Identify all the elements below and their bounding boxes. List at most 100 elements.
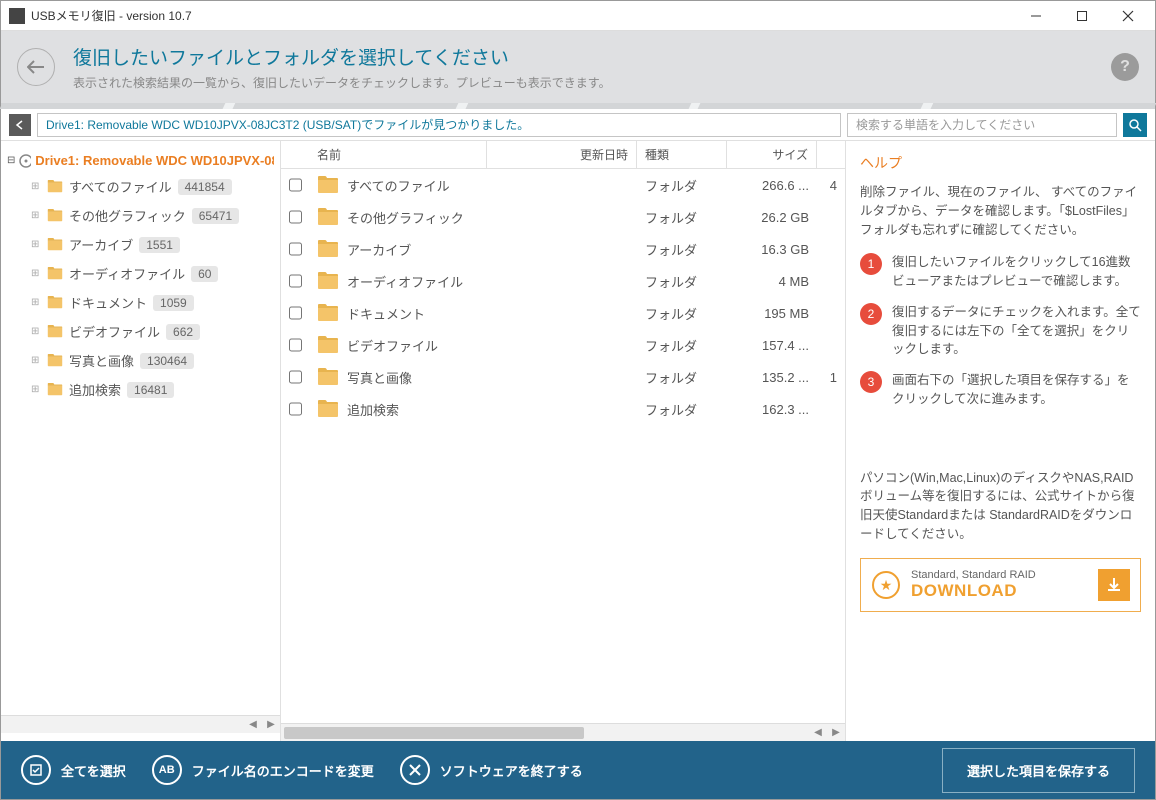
maximize-button[interactable] xyxy=(1059,1,1105,31)
file-row[interactable]: その他グラフィックフォルダ26.2 GB xyxy=(281,201,845,233)
column-name[interactable]: 名前 xyxy=(309,141,487,168)
collapse-icon[interactable]: ⊟ xyxy=(7,155,15,166)
encoding-button[interactable]: AB ファイル名のエンコードを変更 xyxy=(152,755,374,785)
row-checkbox[interactable] xyxy=(289,402,302,416)
expand-icon[interactable]: ⊞ xyxy=(31,210,41,221)
tree-root[interactable]: ⊟ Drive1: Removable WDC WD10JPVX-08JC3T2 xyxy=(1,149,280,172)
file-row[interactable]: アーカイブ フォルダ16.3 GB xyxy=(281,233,845,265)
tree-item[interactable]: ⊞すべてのファイル441854 xyxy=(1,172,280,201)
row-checkbox[interactable] xyxy=(289,370,302,384)
tree-item[interactable]: ⊞写真と画像130464 xyxy=(1,346,280,375)
tree-item-label: ドキュメント xyxy=(69,293,147,312)
tree-item[interactable]: ⊞追加検索16481 xyxy=(1,375,280,404)
help-step: 2復旧するデータにチェックを入れます。全て復旧するには左下の「全てを選択」をクリ… xyxy=(860,303,1141,359)
file-size: 162.3 ... xyxy=(727,402,817,417)
path-back-button[interactable] xyxy=(9,114,31,136)
page-subtitle: 表示された検索結果の一覧から、復旧したいデータをチェックします。プレビューも表示… xyxy=(73,74,611,91)
app-icon xyxy=(9,8,25,24)
tree-item-count: 60 xyxy=(191,266,218,282)
search-input[interactable]: 検索する単語を入力してください xyxy=(847,113,1117,137)
expand-icon[interactable]: ⊞ xyxy=(31,181,41,192)
column-date[interactable]: 更新日時 xyxy=(487,141,637,168)
pathbar: Drive1: Removable WDC WD10JPVX-08JC3T2 (… xyxy=(1,109,1155,141)
close-icon xyxy=(409,764,421,776)
file-name: すべてのファイル xyxy=(347,176,450,195)
file-row[interactable]: オーディオファイルフォルダ4 MB xyxy=(281,265,845,297)
expand-icon[interactable]: ⊞ xyxy=(31,355,41,366)
tree-item[interactable]: ⊞その他グラフィック65471 xyxy=(1,201,280,230)
file-size: 195 MB xyxy=(727,306,817,321)
tree-item-label: 写真と画像 xyxy=(69,351,134,370)
minimize-button[interactable] xyxy=(1013,1,1059,31)
tree-item-label: ビデオファイル xyxy=(69,322,160,341)
tree-item[interactable]: ⊞オーディオファイル60 xyxy=(1,259,280,288)
search-button[interactable] xyxy=(1123,113,1147,137)
step-number: 2 xyxy=(860,303,882,325)
file-row[interactable]: すべてのファイルフォルダ266.6 ...4 xyxy=(281,169,845,201)
file-row[interactable]: 追加検索フォルダ162.3 ... xyxy=(281,393,845,425)
expand-icon[interactable]: ⊞ xyxy=(31,297,41,308)
file-type: フォルダ xyxy=(637,368,727,387)
file-type: フォルダ xyxy=(637,208,727,227)
expand-icon[interactable]: ⊞ xyxy=(31,326,41,337)
file-size: 4 MB xyxy=(727,274,817,289)
folder-icon xyxy=(47,383,63,397)
file-size: 26.2 GB xyxy=(727,210,817,225)
save-button[interactable]: 選択した項目を保存する xyxy=(942,748,1135,793)
file-name: アーカイブ xyxy=(347,240,411,259)
help-step: 1復旧したいファイルをクリックして16進数ビューアまたはプレビューで確認します。 xyxy=(860,253,1141,291)
folder-icon xyxy=(317,176,339,194)
close-button[interactable] xyxy=(1105,1,1151,31)
row-checkbox[interactable] xyxy=(289,242,302,256)
folder-icon xyxy=(47,296,63,310)
file-size: 266.6 ... xyxy=(727,178,817,193)
file-row[interactable]: 写真と画像フォルダ135.2 ...1 xyxy=(281,361,845,393)
file-row[interactable]: ドキュメントフォルダ195 MB xyxy=(281,297,845,329)
back-button[interactable] xyxy=(17,48,55,86)
tree-item[interactable]: ⊞ ビデオファイル 662 xyxy=(1,317,280,346)
help-panel: ヘルプ 削除ファイル、現在のファイル、 すべてのファイルタブから、データを確認し… xyxy=(845,141,1155,741)
file-type: フォルダ xyxy=(637,304,727,323)
arrow-left-icon xyxy=(27,60,45,74)
download-box[interactable]: ★ Standard, Standard RAID DOWNLOAD xyxy=(860,558,1141,612)
tree-item[interactable]: ⊞アーカイブ1551 xyxy=(1,230,280,259)
file-row[interactable]: ビデオファイルフォルダ157.4 ... xyxy=(281,329,845,361)
tree-item-count: 662 xyxy=(166,324,200,340)
download-star-icon: ★ xyxy=(871,570,901,600)
row-checkbox[interactable] xyxy=(289,210,302,224)
file-type: フォルダ xyxy=(637,400,727,419)
folder-icon xyxy=(47,238,63,252)
svg-text:★: ★ xyxy=(880,577,893,593)
scroll-left-icon[interactable]: ◀ xyxy=(809,724,827,741)
expand-icon[interactable]: ⊞ xyxy=(31,384,41,395)
select-all-button[interactable]: 全てを選択 xyxy=(21,755,126,785)
scrollbar-thumb[interactable] xyxy=(284,727,584,739)
file-size: 16.3 GB xyxy=(727,242,817,257)
folder-icon xyxy=(317,272,339,290)
expand-icon[interactable]: ⊞ xyxy=(31,239,41,250)
row-checkbox[interactable] xyxy=(289,178,302,192)
tree-item[interactable]: ⊞ドキュメント1059 xyxy=(1,288,280,317)
tree-item-count: 65471 xyxy=(192,208,239,224)
row-checkbox[interactable] xyxy=(289,338,302,352)
help-button[interactable]: ? xyxy=(1111,53,1139,81)
row-checkbox[interactable] xyxy=(289,306,302,320)
sidebar-scrollbar[interactable]: ◀ ▶ xyxy=(1,715,280,733)
download-button[interactable] xyxy=(1098,569,1130,601)
column-type[interactable]: 種類 xyxy=(637,141,727,168)
column-size[interactable]: サイズ xyxy=(727,141,817,168)
row-checkbox[interactable] xyxy=(289,274,302,288)
exit-button[interactable]: ソフトウェアを終了する xyxy=(400,755,583,785)
folder-icon xyxy=(47,354,63,368)
filelist-scrollbar[interactable]: ◀ ▶ xyxy=(281,723,845,741)
scroll-left-icon[interactable]: ◀ xyxy=(244,716,262,733)
folder-icon xyxy=(317,400,339,418)
sidebar: ⊟ Drive1: Removable WDC WD10JPVX-08JC3T2… xyxy=(1,141,281,741)
expand-icon[interactable]: ⊞ xyxy=(31,268,41,279)
file-type: フォルダ xyxy=(637,240,727,259)
scroll-right-icon[interactable]: ▶ xyxy=(262,716,280,733)
tree-item-count: 441854 xyxy=(178,179,232,195)
scroll-right-icon[interactable]: ▶ xyxy=(827,724,845,741)
path-display[interactable]: Drive1: Removable WDC WD10JPVX-08JC3T2 (… xyxy=(37,113,841,137)
header: 復旧したいファイルとフォルダを選択してください 表示された検索結果の一覧から、復… xyxy=(1,31,1155,103)
